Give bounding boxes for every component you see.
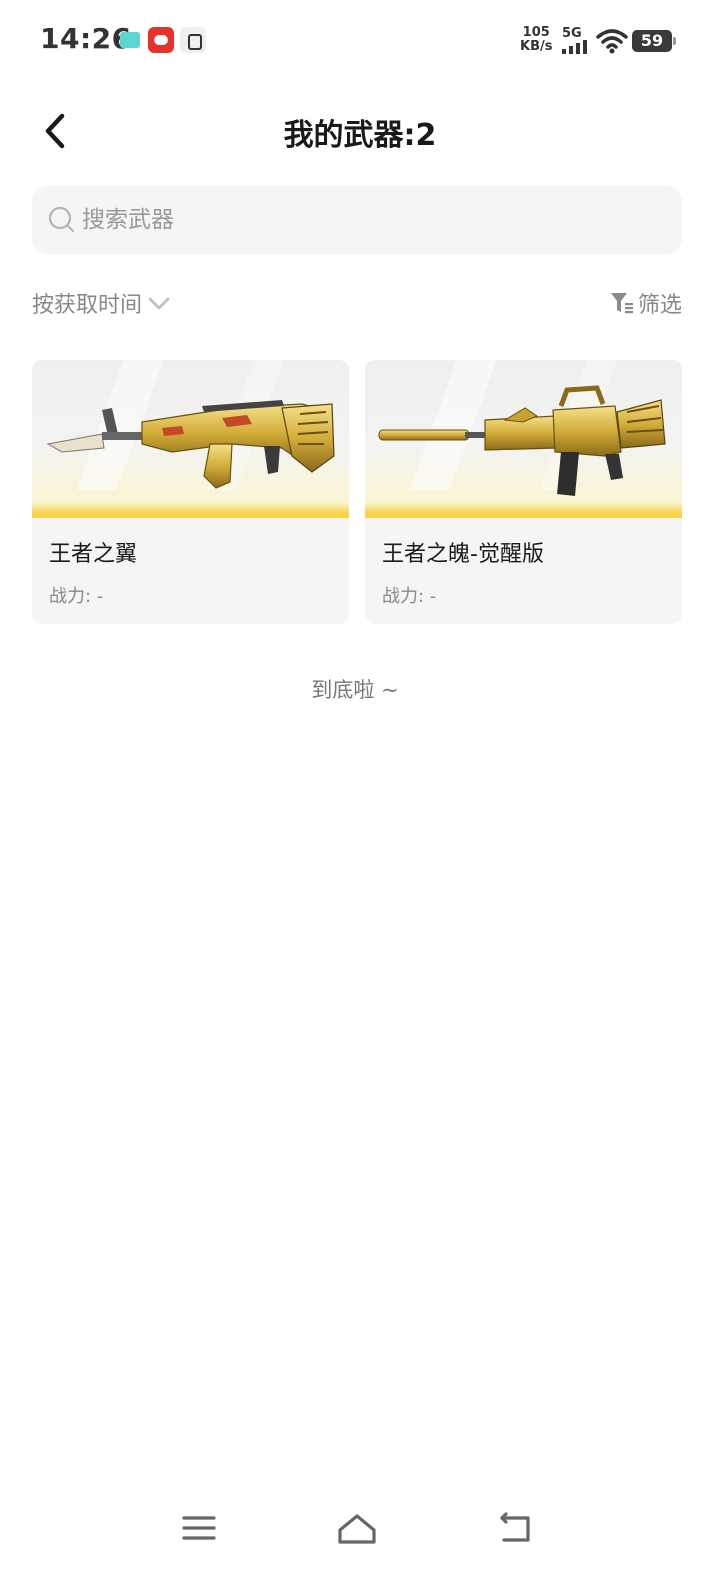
weapon-power: 战力: - [49, 586, 104, 607]
battery-indicator: 59 [632, 30, 676, 52]
weapon-name: 王者之魄-觉醒版 [382, 542, 544, 567]
sort-dropdown[interactable]: 按获取时间 [32, 286, 172, 320]
filter-button[interactable]: 筛选 [610, 286, 682, 320]
search-input[interactable] [82, 186, 662, 254]
status-time: 14:26 [40, 22, 132, 55]
back-nav-icon[interactable] [492, 1508, 542, 1548]
system-navigation-bar [0, 1490, 720, 1584]
weapon-image [365, 360, 682, 518]
status-bar: 14:26 105 KB/s 5G 59 [0, 0, 720, 84]
search-box[interactable] [32, 186, 682, 254]
weapon-name: 王者之翼 [49, 542, 138, 567]
signal-icon [562, 40, 590, 54]
rifle-icon [378, 385, 666, 496]
wifi-icon [596, 29, 628, 54]
network-speed: 105 KB/s [520, 25, 553, 54]
weapon-card[interactable]: 王者之翼 战力: - [32, 360, 349, 624]
search-icon [48, 206, 75, 233]
weapon-card[interactable]: 王者之魄-觉醒版 战力: - [365, 360, 682, 624]
sort-label: 按获取时间 [32, 293, 143, 318]
back-button[interactable] [34, 108, 80, 154]
filter-label: 筛选 [637, 293, 682, 318]
home-icon[interactable] [332, 1508, 382, 1548]
end-of-list-message: 到底啦 ~ [311, 678, 399, 702]
weapon-power: 战力: - [382, 586, 437, 607]
game-app-icon [148, 27, 174, 53]
menu-icon[interactable] [174, 1508, 224, 1548]
weapon-image [32, 360, 349, 518]
chevron-down-icon [148, 297, 170, 310]
rifle-icon [46, 400, 335, 489]
page-title: 我的武器:2 [283, 118, 437, 153]
sync-app-icon [180, 27, 206, 53]
network-type: 5G [562, 26, 582, 41]
message-app-icon [120, 32, 140, 48]
filter-icon [610, 293, 633, 314]
